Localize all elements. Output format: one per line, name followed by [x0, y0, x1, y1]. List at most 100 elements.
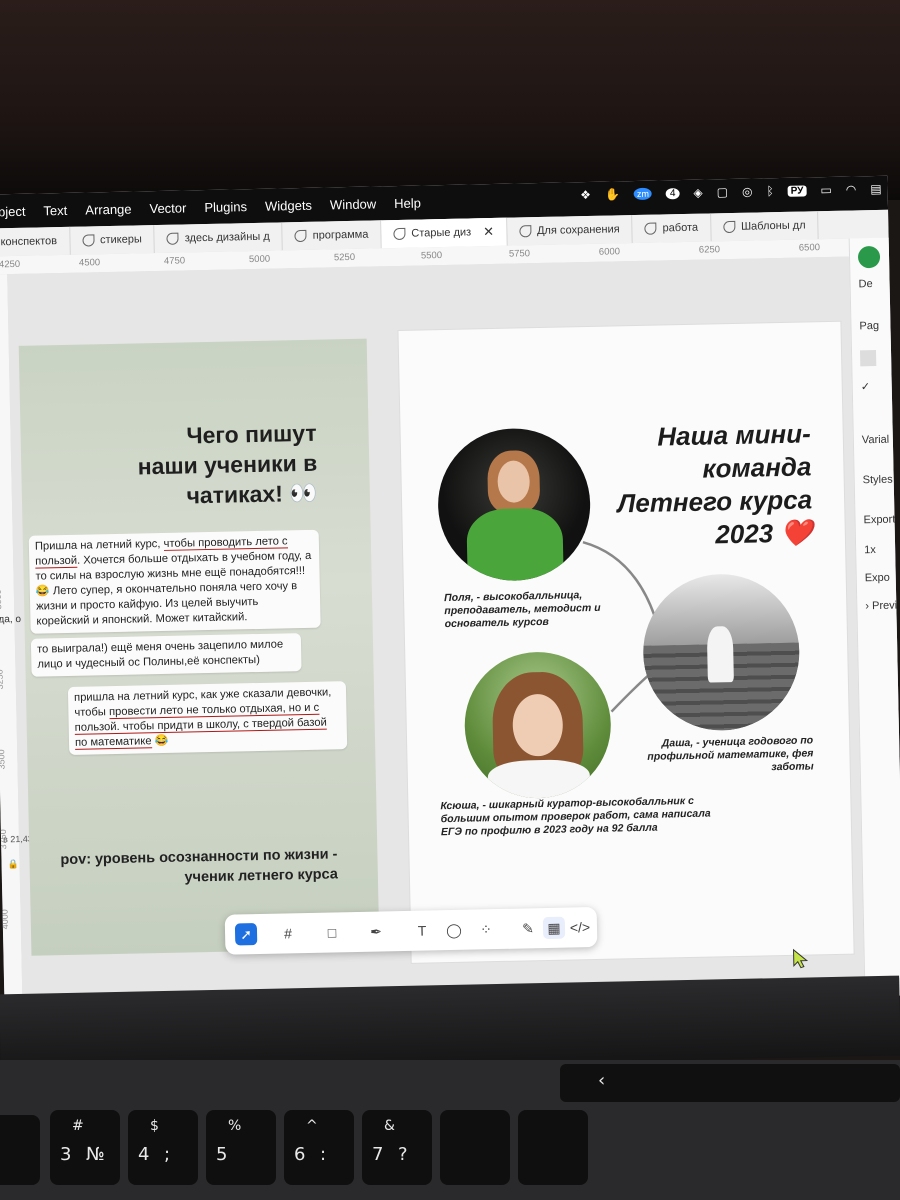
file-icon [294, 229, 307, 243]
wifi-icon[interactable]: ◠ [846, 182, 857, 196]
menu-widgets[interactable]: Widgets [265, 197, 312, 213]
frame-tool-icon[interactable]: # [277, 922, 299, 944]
control-center-icon[interactable]: ▤ [870, 182, 882, 196]
lock-icon[interactable]: 🔒 [7, 859, 18, 870]
file-icon [518, 225, 532, 238]
key-label: : [320, 1144, 327, 1165]
tab-label: Для сохранения [536, 223, 620, 238]
key-label: ^ [306, 1118, 318, 1134]
tab-rabota[interactable]: работа [632, 213, 712, 244]
message-text: . Хочется больше отдыхать в учебном году… [35, 549, 312, 628]
tab-label: здесь дизайны д [184, 230, 270, 245]
title-line: Чего пишут [186, 419, 317, 449]
menu-text[interactable]: Text [43, 202, 67, 217]
figma-icon[interactable]: ❖ [580, 188, 591, 202]
key-label: № [86, 1144, 105, 1165]
pov-caption: pov: уровень осознанности по жизни - уче… [60, 844, 338, 890]
title-line: чатиках! 👀 [186, 479, 319, 509]
message-text: то выиграла!) ещё меня очень зацепило ми… [36, 638, 284, 671]
ruler-tick: 4500 [78, 257, 101, 269]
figma-canvas[interactable]: да, о в 21,43 2 🔒 Чего пишут наши ученик… [0, 256, 865, 1014]
menu-plugins[interactable]: Plugins [204, 199, 247, 215]
portrait-jacket [466, 507, 564, 583]
tab-zdes-dizainy[interactable]: здесь дизайны д [154, 222, 284, 254]
tab-dlya-sohraneniya[interactable]: Для сохранения [506, 215, 633, 246]
caption-ksyusha: Ксюша, - шикарный куратор-высокобалльник… [440, 794, 711, 839]
tab-label: конспектов [0, 235, 58, 249]
file-icon [722, 220, 736, 234]
zoom-app-icon[interactable]: zm [633, 187, 653, 201]
menu-vector[interactable]: Vector [149, 200, 186, 216]
file-icon [81, 234, 95, 247]
message-text: Пришла на летний курс, [34, 537, 164, 553]
close-icon[interactable]: ✕ [483, 224, 494, 240]
avatar[interactable] [857, 245, 881, 269]
keyboard-key [0, 1115, 40, 1185]
battery-icon[interactable]: ▭ [820, 183, 832, 197]
keyboard-key: # 3 № [50, 1110, 120, 1185]
chat-message-3: пришла на летний курс, как уже сказали д… [67, 681, 348, 755]
move-tool-icon[interactable]: ➚ [234, 923, 258, 946]
draw-mode-icon[interactable]: ✎ [517, 917, 539, 939]
color-swatch[interactable] [859, 349, 877, 367]
frame-team[interactable]: Наша мини- команда Летнего курса 2023 ❤️… [398, 321, 854, 963]
frame-student-chats[interactable]: Чего пишут наши ученики в чатиках! 👀 При… [18, 338, 380, 956]
chevron-left-icon: ‹ [598, 1070, 606, 1091]
menu-window[interactable]: Window [330, 196, 377, 212]
actions-tool-icon[interactable]: ⁘ [475, 918, 497, 940]
key-label: 7 [372, 1144, 384, 1165]
portrait-shirt [487, 759, 591, 800]
window-icon[interactable]: ▢ [717, 185, 729, 199]
export-scale-select[interactable]: 1x [864, 544, 876, 556]
menu-object[interactable]: Object [0, 203, 26, 219]
menu-arrange[interactable]: Arrange [85, 201, 132, 217]
design-tab[interactable]: De [858, 278, 872, 290]
pen-tool-icon[interactable]: ✒ [365, 920, 387, 942]
tab-shablony[interactable]: Шаблоны дл [710, 211, 819, 242]
preview-toggle[interactable]: › Preview [865, 599, 900, 612]
menubar-status-icons: ❖ ✋ zm 4 ◈ ▢ ◎ ᛒ РУ ▭ ◠ ▤ [580, 182, 882, 202]
rectangle-tool-icon[interactable]: □ [321, 921, 343, 943]
key-label: & [384, 1118, 395, 1134]
bluetooth-icon[interactable]: ᛒ [766, 184, 773, 198]
text-tool-icon[interactable]: T [411, 919, 433, 941]
mouse-cursor-icon [791, 948, 810, 975]
menu-help[interactable]: Help [394, 195, 421, 211]
ruler-tick: 6250 [698, 244, 721, 256]
key-label: # [72, 1118, 84, 1134]
ruler-tick: 5250 [333, 251, 356, 264]
export-button[interactable]: Expo [865, 572, 890, 585]
airdrop-icon[interactable]: ◎ [742, 185, 753, 199]
ruler-tick: 3250 [0, 669, 5, 690]
key-label: $ [150, 1118, 159, 1134]
ruler-tick: 5000 [248, 253, 271, 266]
tab-konspektov[interactable]: конспектов [0, 226, 71, 257]
frame-left-title: Чего пишут наши ученики в чатиках! 👀 [137, 418, 318, 512]
ruler-tick: 6500 [798, 242, 821, 254]
figma-toolbar: ➚ # □ ✒ T ◯ ⁘ ✎ ▦ </> [224, 906, 598, 955]
tab-label: работа [662, 221, 699, 235]
layers-icon[interactable]: ◈ [693, 186, 703, 200]
styles-section-label: Styles [862, 473, 893, 487]
tab-starye-dizainy[interactable]: Старые диз ✕ [381, 217, 508, 249]
laptop-keyboard: # 3 № $ 4 ; % 5 ^ 6 : & 7 ? ‹ [0, 1060, 900, 1200]
laptop-screen: Object Text Arrange Vector Plugins Widge… [0, 175, 900, 1015]
notification-badge[interactable]: 4 [665, 187, 680, 199]
title-line: наши ученики в [137, 449, 318, 480]
export-section-label: Export [863, 513, 896, 527]
tab-label: Старые диз [411, 226, 472, 240]
keyboard-layout-indicator[interactable]: РУ [787, 184, 807, 197]
key-label: 3 [60, 1144, 72, 1165]
dev-mode-icon[interactable]: </> [569, 916, 591, 938]
file-icon [166, 232, 179, 245]
ruler-tick: 5750 [508, 248, 531, 260]
tab-label: Шаблоны дл [740, 219, 806, 233]
tab-label: стикеры [99, 233, 142, 247]
check-icon[interactable]: ✓ [861, 380, 870, 393]
design-mode-icon[interactable]: ▦ [542, 916, 566, 940]
tab-programma[interactable]: программа [282, 220, 382, 251]
tab-stikery[interactable]: стикеры [69, 225, 156, 255]
message-text: 😂 [151, 734, 169, 748]
comment-tool-icon[interactable]: ◯ [443, 919, 465, 941]
hand-icon[interactable]: ✋ [605, 187, 620, 201]
